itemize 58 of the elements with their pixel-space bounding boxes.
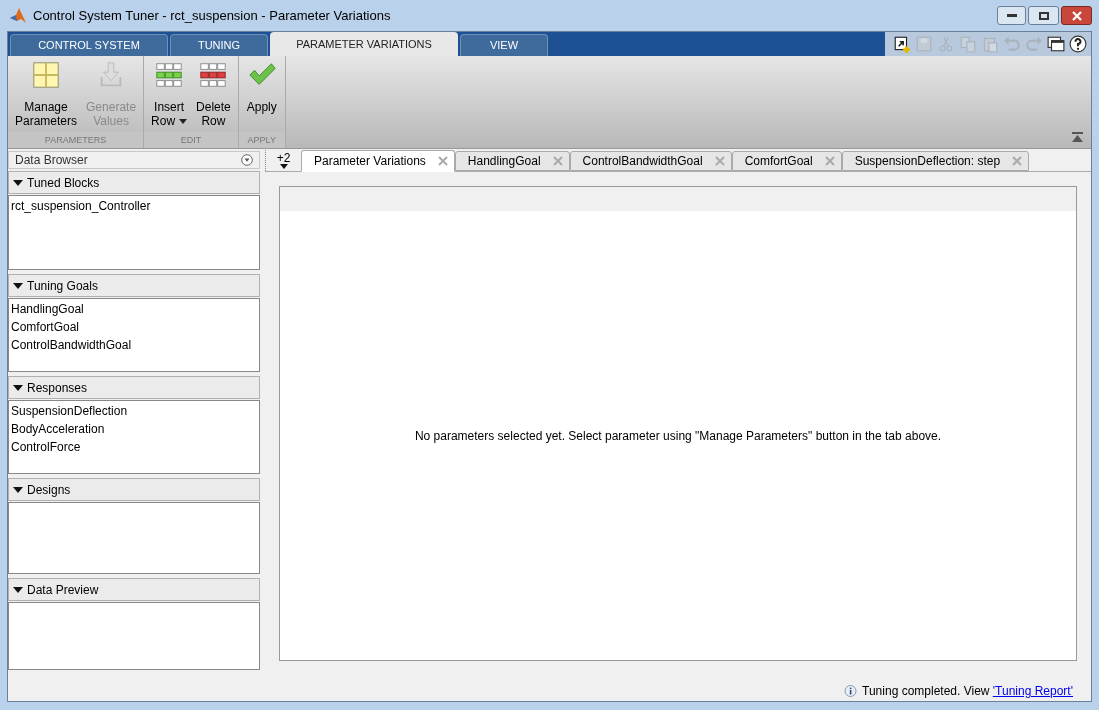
list-item[interactable]: ControlForce — [11, 438, 257, 456]
close-icon[interactable] — [552, 156, 563, 166]
ribbon-tab[interactable]: VIEW — [460, 34, 548, 56]
windows-icon[interactable] — [1047, 35, 1065, 53]
maximize-button[interactable] — [1028, 6, 1059, 25]
close-icon[interactable] — [714, 156, 725, 166]
collapse-triangle-icon — [13, 484, 23, 495]
list-item[interactable]: ComfortGoal — [11, 318, 257, 336]
collapse-triangle-icon — [13, 584, 23, 595]
close-icon[interactable] — [1012, 156, 1023, 166]
app-logo-icon — [9, 6, 27, 25]
section-header[interactable]: Tuning Goals — [8, 274, 260, 297]
tuning-report-link[interactable]: 'Tuning Report' — [992, 684, 1073, 698]
list-item[interactable]: SuspensionDeflection — [11, 402, 257, 420]
ribbon-button[interactable]: Delete Row — [192, 60, 235, 132]
group-label: PARAMETERS — [8, 132, 144, 148]
list-item[interactable]: ControlBandwidthGoal — [11, 336, 257, 354]
close-icon — [1071, 10, 1082, 21]
section-header[interactable]: Tuned Blocks — [8, 171, 260, 194]
status-message: Tuning completed. View 'Tuning Report' — [862, 683, 1073, 700]
list-item[interactable]: HandlingGoal — [11, 300, 257, 318]
list-item[interactable]: rct_suspension_Controller — [11, 197, 257, 215]
document-tab[interactable]: SuspensionDeflection: step — [841, 151, 1030, 171]
insert-row-icon — [154, 60, 185, 90]
new-document-icon[interactable] — [893, 35, 911, 53]
close-icon[interactable] — [437, 156, 448, 166]
section-header[interactable]: Responses — [8, 376, 260, 399]
document-tab[interactable]: ComfortGoal — [731, 151, 842, 171]
collapse-triangle-icon — [13, 280, 23, 291]
delete-row-icon — [198, 60, 229, 90]
ribbon-button[interactable]: Apply — [241, 60, 282, 132]
help-icon[interactable] — [1069, 35, 1087, 53]
collapse-ribbon-icon[interactable] — [1072, 132, 1083, 142]
ribbon-button[interactable]: Insert Row — [147, 60, 192, 132]
collapse-triangle-icon — [13, 382, 23, 393]
ribbon-tab[interactable]: CONTROL SYSTEM — [10, 34, 168, 56]
ribbon-button[interactable]: Manage Parameters — [11, 60, 82, 132]
group-label: APPLY — [238, 132, 285, 148]
panel-menu-icon[interactable] — [241, 154, 253, 166]
document-tab[interactable]: HandlingGoal — [454, 151, 570, 171]
document-tab[interactable]: ControlBandwidthGoal — [569, 151, 732, 171]
panel-title: Data Browser — [15, 152, 88, 169]
empty-message: No parameters selected yet. Select parameter using "Manage Parameters" button in the tab above. — [414, 427, 942, 445]
close-icon[interactable] — [824, 156, 835, 166]
document-tab[interactable]: Parameter Variations — [301, 150, 455, 172]
caret-icon — [279, 163, 288, 169]
list-item[interactable]: BodyAcceleration — [11, 420, 257, 438]
ribbon-tab[interactable]: PARAMETER VARIATIONS — [270, 32, 458, 56]
section-header[interactable]: Designs — [8, 478, 260, 501]
window-title: Control System Tuner - rct_suspension - Parameter Variations — [33, 6, 391, 25]
info-icon — [844, 684, 858, 698]
collapse-triangle-icon — [13, 177, 23, 188]
ribbon-tab[interactable]: TUNING — [170, 34, 268, 56]
section-header[interactable]: Data Preview — [8, 578, 260, 601]
minimize-button[interactable] — [997, 6, 1026, 25]
close-button[interactable] — [1061, 6, 1092, 25]
group-label: EDIT — [144, 132, 238, 148]
grid-icon — [31, 60, 61, 90]
